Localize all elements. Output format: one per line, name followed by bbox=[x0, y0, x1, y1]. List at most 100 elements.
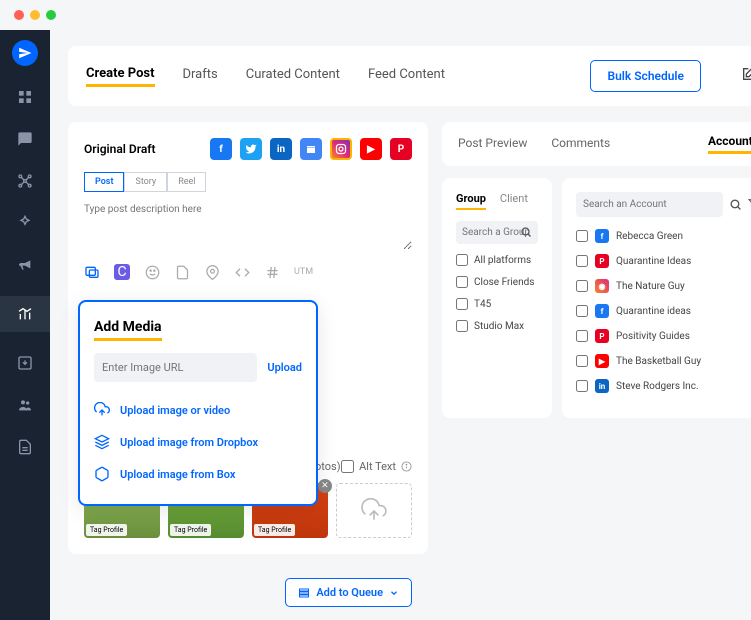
emoji-icon[interactable] bbox=[144, 264, 160, 280]
minimize-dot[interactable] bbox=[30, 10, 40, 20]
cloud-upload-icon bbox=[94, 402, 110, 418]
remove-thumb-icon[interactable]: ✕ bbox=[318, 479, 332, 493]
facebook-icon[interactable]: f bbox=[210, 138, 232, 160]
pinterest-icon[interactable]: P bbox=[390, 138, 412, 160]
account-checkbox[interactable] bbox=[576, 380, 588, 392]
tab-drafts[interactable]: Drafts bbox=[183, 67, 218, 85]
grouptab-client[interactable]: Client bbox=[500, 192, 528, 210]
maximize-dot[interactable] bbox=[46, 10, 56, 20]
posttype-reel[interactable]: Reel bbox=[167, 172, 206, 192]
browser-chrome bbox=[0, 0, 751, 30]
sidebar bbox=[0, 30, 50, 620]
box-icon bbox=[94, 466, 110, 482]
tag-profile-badge[interactable]: Tag Profile bbox=[254, 524, 295, 536]
media-icon[interactable] bbox=[84, 264, 100, 280]
nav-users-icon[interactable] bbox=[14, 394, 36, 416]
dropbox-icon bbox=[94, 434, 110, 450]
youtube-icon: ▶ bbox=[595, 354, 609, 368]
account-item[interactable]: PQuarantine Ideas bbox=[576, 254, 751, 268]
group-item[interactable]: Close Friends bbox=[456, 276, 538, 288]
preview-tabs: Post Preview Comments Accounts bbox=[442, 122, 751, 166]
search-account-input[interactable] bbox=[576, 192, 723, 217]
hashtag-icon[interactable] bbox=[264, 264, 280, 280]
posttype-post[interactable]: Post bbox=[84, 172, 124, 192]
add-to-queue-button[interactable]: Add to Queue bbox=[285, 578, 412, 607]
post-description-input[interactable] bbox=[84, 200, 412, 250]
edit-icon[interactable] bbox=[741, 66, 751, 86]
nav-target-icon[interactable] bbox=[14, 212, 36, 234]
linkedin-icon[interactable]: in bbox=[270, 138, 292, 160]
tab-curated[interactable]: Curated Content bbox=[246, 67, 340, 85]
group-panel: Group Client All platforms Close Friends… bbox=[442, 178, 552, 418]
tab-comments[interactable]: Comments bbox=[551, 136, 610, 153]
alt-text-row: Alt Text bbox=[341, 460, 412, 473]
account-item[interactable]: PPositivity Guides bbox=[576, 329, 751, 343]
alt-text-checkbox[interactable] bbox=[341, 460, 354, 473]
pinterest-icon: P bbox=[595, 329, 609, 343]
account-item[interactable]: inSteve Rodgers Inc. bbox=[576, 379, 751, 393]
account-checkbox[interactable] bbox=[576, 330, 588, 342]
account-item[interactable]: fQuarantine ideas bbox=[576, 304, 751, 318]
search-icon bbox=[520, 226, 532, 238]
account-item[interactable]: fRebecca Green bbox=[576, 229, 751, 243]
editor-toolbar: C UTM bbox=[84, 264, 412, 280]
group-item[interactable]: Studio Max bbox=[456, 320, 538, 332]
info-icon[interactable] bbox=[401, 461, 412, 472]
group-checkbox[interactable] bbox=[456, 320, 468, 332]
accounts-panel: fRebecca Green PQuarantine Ideas ◉The Na… bbox=[562, 178, 751, 418]
nav-analytics-icon[interactable] bbox=[0, 296, 50, 332]
group-checkbox[interactable] bbox=[456, 276, 468, 288]
group-item[interactable]: All platforms bbox=[456, 254, 538, 266]
nav-megaphone-icon[interactable] bbox=[14, 254, 36, 276]
location-icon[interactable] bbox=[204, 264, 220, 280]
tab-feed[interactable]: Feed Content bbox=[368, 67, 445, 85]
code-icon[interactable] bbox=[234, 264, 250, 280]
grouptab-group[interactable]: Group bbox=[456, 192, 486, 210]
upload-link[interactable]: Upload bbox=[267, 361, 302, 374]
account-item[interactable]: ◉The Nature Guy bbox=[576, 279, 751, 293]
canva-icon[interactable]: C bbox=[114, 264, 130, 280]
account-checkbox[interactable] bbox=[576, 280, 588, 292]
account-checkbox[interactable] bbox=[576, 355, 588, 367]
add-media-title: Add Media bbox=[94, 319, 162, 341]
account-checkbox[interactable] bbox=[576, 305, 588, 317]
instagram-icon[interactable] bbox=[330, 138, 352, 160]
tag-profile-badge[interactable]: Tag Profile bbox=[170, 524, 211, 536]
add-media-button[interactable] bbox=[336, 483, 412, 538]
pinterest-icon: P bbox=[595, 254, 609, 268]
attachment-icon[interactable] bbox=[174, 264, 190, 280]
image-url-input[interactable] bbox=[94, 353, 257, 382]
tag-profile-badge[interactable]: Tag Profile bbox=[86, 524, 127, 536]
upload-image-video-option[interactable]: Upload image or video bbox=[94, 394, 302, 426]
tab-create-post[interactable]: Create Post bbox=[86, 66, 155, 87]
facebook-icon: f bbox=[595, 304, 609, 318]
youtube-icon[interactable]: ▶ bbox=[360, 138, 382, 160]
account-item[interactable]: ▶The Basketball Guy bbox=[576, 354, 751, 368]
group-checkbox[interactable] bbox=[456, 298, 468, 310]
topbar: Create Post Drafts Curated Content Feed … bbox=[68, 46, 751, 106]
bulk-schedule-button[interactable]: Bulk Schedule bbox=[590, 60, 701, 92]
nav-download-icon[interactable] bbox=[14, 352, 36, 374]
upload-dropbox-option[interactable]: Upload image from Dropbox bbox=[94, 426, 302, 458]
nav-document-icon[interactable] bbox=[14, 436, 36, 458]
upload-box-option[interactable]: Upload image from Box bbox=[94, 458, 302, 490]
nav-chat-icon[interactable] bbox=[14, 128, 36, 150]
instagram-icon: ◉ bbox=[595, 279, 609, 293]
posttype-story[interactable]: Story bbox=[124, 172, 167, 192]
gmb-icon[interactable] bbox=[300, 138, 322, 160]
nav-send-icon[interactable] bbox=[12, 40, 38, 66]
tab-accounts[interactable]: Accounts bbox=[708, 134, 751, 154]
utm-button[interactable]: UTM bbox=[294, 267, 313, 277]
tab-post-preview[interactable]: Post Preview bbox=[458, 136, 527, 153]
group-checkbox[interactable] bbox=[456, 254, 468, 266]
nav-grid-icon[interactable] bbox=[14, 86, 36, 108]
nav-network-icon[interactable] bbox=[14, 170, 36, 192]
account-checkbox[interactable] bbox=[576, 230, 588, 242]
search-icon[interactable] bbox=[729, 198, 742, 211]
group-item[interactable]: T45 bbox=[456, 298, 538, 310]
add-media-popup: Add Media Upload Upload image or video U… bbox=[78, 300, 318, 506]
close-dot[interactable] bbox=[14, 10, 24, 20]
linkedin-icon: in bbox=[595, 379, 609, 393]
twitter-icon[interactable] bbox=[240, 138, 262, 160]
account-checkbox[interactable] bbox=[576, 255, 588, 267]
